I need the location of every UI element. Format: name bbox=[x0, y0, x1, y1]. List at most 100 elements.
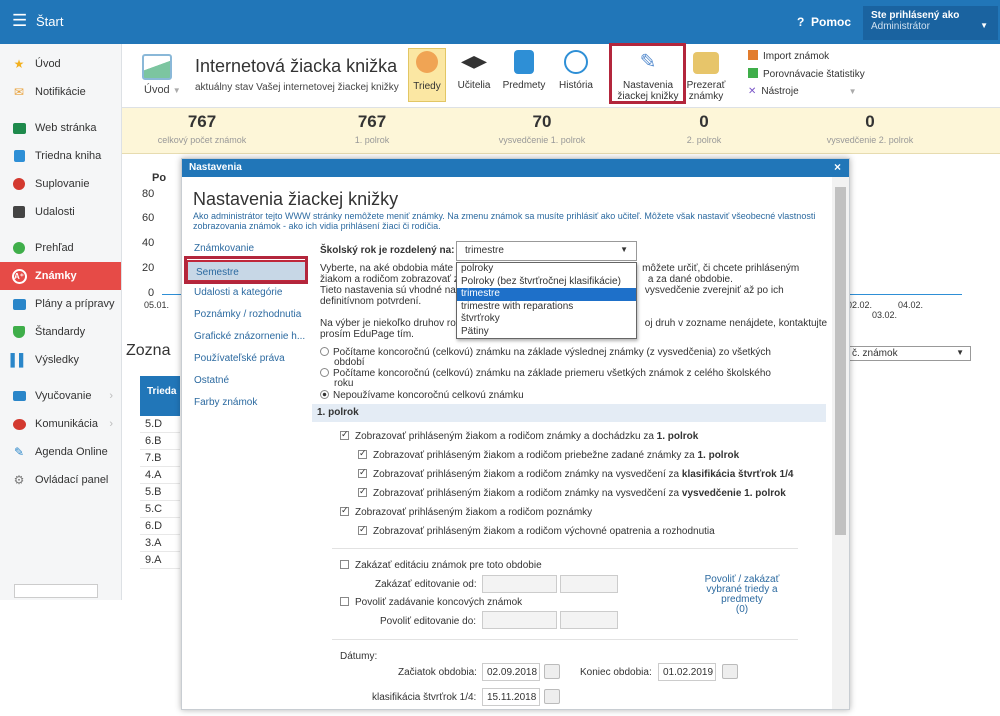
chk-show-report[interactable]: Zobrazovať prihláseným žiakom a rodičom … bbox=[358, 486, 786, 499]
import-link[interactable]: Import známok bbox=[748, 50, 829, 62]
sidebar-item-komunikacia[interactable]: Komunikácia › bbox=[0, 410, 121, 438]
uvod-dropdown[interactable]: Úvod ▼ bbox=[144, 84, 181, 96]
chk-show-measures[interactable]: Zobrazovať prihláseným žiakom a rodičom … bbox=[358, 524, 715, 537]
user-menu[interactable]: Ste prihlásený ako Administrátor ▼ bbox=[863, 6, 998, 40]
sidebar-item-vyucovanie[interactable]: Vyučovanie › bbox=[0, 382, 121, 410]
start-label[interactable]: Štart bbox=[36, 14, 63, 29]
option-trimestre-reparations[interactable]: trimestre with reparations bbox=[457, 301, 636, 314]
stat-vysvedcenie2: 0 vysvedčenie 2. polrok bbox=[826, 112, 914, 145]
radio-final-grade-2[interactable]: Počítame koncoročnú (celkovú) známku na … bbox=[320, 368, 820, 389]
table-row[interactable]: 6.B bbox=[140, 433, 180, 450]
checkbox[interactable] bbox=[358, 448, 367, 459]
allow-to-label: Povoliť editovanie do: bbox=[380, 616, 477, 627]
table-row[interactable]: 5.D bbox=[140, 416, 180, 433]
nav-graficke[interactable]: Grafické znázornenie h... bbox=[186, 326, 308, 348]
settings-content: Školský rok je rozdelený na: trimestre ▼ … bbox=[312, 235, 828, 709]
lock-from-time[interactable] bbox=[560, 575, 618, 593]
checkbox[interactable] bbox=[358, 524, 367, 535]
option-patiny[interactable]: Pätiny bbox=[457, 326, 636, 339]
close-icon[interactable]: × bbox=[834, 160, 841, 174]
check-circle-icon bbox=[11, 240, 27, 256]
checkbox[interactable] bbox=[358, 486, 367, 497]
sidebar-item-notifikacie[interactable]: ✉ Notifikácie bbox=[0, 78, 121, 106]
sidebar-item-suplovanie[interactable]: Suplovanie bbox=[0, 170, 121, 198]
table-row[interactable]: 7.B bbox=[140, 450, 180, 467]
table-row[interactable]: 9.A bbox=[140, 552, 180, 569]
ucitelia-button[interactable]: Učitelia bbox=[454, 50, 494, 91]
sidebar-item-prehlad[interactable]: Prehľad bbox=[0, 234, 121, 262]
chk-show-grades[interactable]: Zobrazovať prihláseným žiakom a rodičom … bbox=[340, 429, 698, 442]
option-stvrtroky[interactable]: štvrťroky bbox=[457, 313, 636, 326]
marks-select[interactable]: č. známok ▼ bbox=[847, 346, 971, 361]
predmety-button[interactable]: Predmety bbox=[502, 50, 546, 91]
calendar-icon[interactable] bbox=[722, 664, 738, 679]
sidebar-item-znamky[interactable]: A⁺ Známky bbox=[0, 262, 121, 290]
radio-button[interactable] bbox=[320, 347, 329, 356]
chart-title: Po bbox=[152, 172, 167, 184]
scrollbar-thumb[interactable] bbox=[835, 187, 846, 535]
option-trimestre[interactable]: trimestre bbox=[457, 288, 636, 301]
table-row[interactable]: 5.B bbox=[140, 484, 180, 501]
lock-from-date[interactable] bbox=[482, 575, 557, 593]
sidebar-item-vysledky[interactable]: ▌▌ Výsledky bbox=[0, 346, 121, 374]
sidebar-item-agenda[interactable]: ✎ Agenda Online bbox=[0, 438, 121, 466]
chk-show-quarter[interactable]: Zobrazovať prihláseným žiakom a rodičom … bbox=[358, 467, 793, 480]
table-row[interactable]: 4.A bbox=[140, 467, 180, 484]
settings-dialog: Nastavenia × Nastavenia žiackej knižky Ak… bbox=[181, 158, 850, 710]
allow-to-date[interactable] bbox=[482, 611, 557, 629]
hamburger-icon[interactable]: ☰ bbox=[12, 12, 27, 29]
dialog-scrollbar[interactable] bbox=[832, 177, 849, 709]
checkbox[interactable] bbox=[340, 505, 349, 516]
x-tick: 02.02. bbox=[847, 300, 873, 310]
dialog-header: Nastavenia × bbox=[182, 159, 849, 177]
chevron-down-icon: ▼ bbox=[956, 348, 964, 357]
nav-ostatne[interactable]: Ostatné bbox=[186, 370, 308, 392]
nav-udalosti[interactable]: Udalosti a kategórie bbox=[186, 282, 308, 304]
checkbox[interactable] bbox=[340, 597, 349, 606]
option-polroky[interactable]: polroky bbox=[457, 263, 636, 276]
chevron-down-icon: ▼ bbox=[620, 245, 628, 254]
historia-button[interactable]: História bbox=[556, 50, 596, 91]
map-icon bbox=[142, 54, 172, 80]
prezerat-button[interactable]: Prezerať známky bbox=[686, 48, 726, 102]
nav-farby[interactable]: Farby známok bbox=[186, 392, 308, 414]
chk-show-current[interactable]: Zobrazovať prihláseným žiakom a rodičom … bbox=[358, 448, 739, 461]
sidebar-item-web[interactable]: Web stránka bbox=[0, 114, 121, 142]
table-row[interactable]: 5.C bbox=[140, 501, 180, 518]
sidebar-item-plany[interactable]: Plány a prípravy bbox=[0, 290, 121, 318]
sidebar-search-box[interactable] bbox=[14, 584, 98, 598]
chk-allow-final[interactable]: Povoliť zadávanie koncových známok bbox=[340, 597, 522, 608]
user-line1: Ste prihlásený ako bbox=[871, 10, 960, 21]
classes-subjects-link[interactable]: Povoliť / zakázať vybrané triedy a predmet… bbox=[692, 575, 792, 615]
sidebar-item-udalosti[interactable]: Udalosti bbox=[0, 198, 121, 226]
radio-final-grade-3[interactable]: Nepoužívame koncoročnú celkovú známku bbox=[320, 390, 524, 401]
end-date-input[interactable]: 01.02.2019 bbox=[658, 663, 716, 681]
chk-lock-edit[interactable]: Zakázať editáciu známok pre toto obdobie bbox=[340, 560, 542, 571]
chk-show-notes[interactable]: Zobrazovať prihláseným žiakom a rodičom … bbox=[340, 505, 592, 518]
nav-prava[interactable]: Používateľské práva bbox=[186, 348, 308, 370]
quarter-date-input[interactable]: 15.11.2018 bbox=[482, 688, 540, 706]
sidebar-item-ovladaci-panel[interactable]: ⚙ Ovládací panel bbox=[0, 466, 121, 494]
stats-link[interactable]: Porovnávacie štatistiky bbox=[748, 68, 865, 80]
nav-poznamky[interactable]: Poznámky / rozhodnutia bbox=[186, 304, 308, 326]
help-button[interactable]: ? Pomoc bbox=[797, 15, 851, 29]
table-row[interactable]: 6.D bbox=[140, 518, 180, 535]
option-polroky-bez[interactable]: Polroky (bez štvrťročnej klasifikácie) bbox=[457, 276, 636, 289]
start-date-input[interactable]: 02.09.2018 bbox=[482, 663, 540, 681]
sidebar-item-uvod[interactable]: ★ Úvod bbox=[0, 50, 121, 78]
radio-button[interactable] bbox=[320, 368, 329, 377]
calendar-icon[interactable] bbox=[544, 689, 560, 704]
triedy-button[interactable]: Triedy bbox=[408, 48, 446, 102]
checkbox[interactable] bbox=[340, 429, 349, 440]
table-row[interactable]: 3.A bbox=[140, 535, 180, 552]
radio-final-grade-1[interactable]: Počítame koncoročnú (celkovú) známku na … bbox=[320, 347, 820, 368]
sidebar-item-standardy[interactable]: Štandardy bbox=[0, 318, 121, 346]
sidebar-item-triedna-kniha[interactable]: Triedna kniha bbox=[0, 142, 121, 170]
radio-button[interactable] bbox=[320, 390, 329, 399]
checkbox[interactable] bbox=[340, 560, 349, 569]
allow-to-time[interactable] bbox=[560, 611, 618, 629]
checkbox[interactable] bbox=[358, 467, 367, 478]
calendar-icon[interactable] bbox=[544, 664, 560, 679]
tools-link[interactable]: ✕ Nástroje ▼ bbox=[748, 86, 857, 97]
year-division-select[interactable]: trimestre ▼ bbox=[456, 241, 637, 261]
